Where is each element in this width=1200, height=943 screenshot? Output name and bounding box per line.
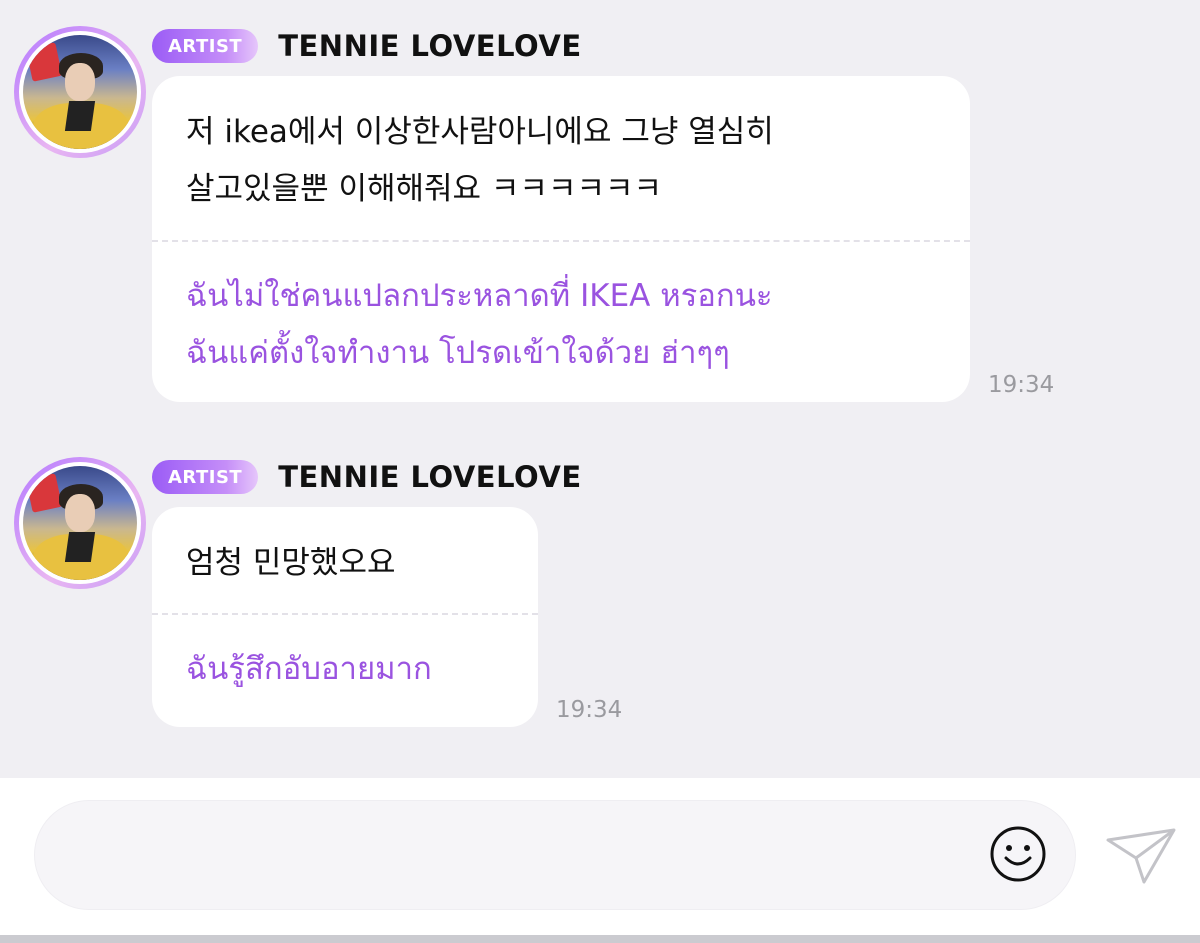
translated-text: ฉันรู้สึกอับอายมาก bbox=[152, 615, 538, 722]
chat-area: ARTIST TENNIE LOVELOVE 저 ikea에서 이상한사람아니에… bbox=[0, 0, 1200, 778]
translated-line: ฉันไม่ใช่คนแปลกประหลาดที่ IKEA หรอกนะ bbox=[186, 278, 773, 314]
original-text: 엄청 민망했오요 bbox=[152, 507, 538, 613]
avatar[interactable] bbox=[14, 457, 146, 589]
sender-name[interactable]: TENNIE LOVELOVE bbox=[278, 460, 581, 494]
artist-badge: ARTIST bbox=[152, 460, 259, 494]
artist-badge: ARTIST bbox=[152, 29, 259, 63]
message-item: ARTIST TENNIE LOVELOVE 엄청 민망했오요 ฉันรู้สึ… bbox=[0, 457, 1200, 737]
translated-line: ฉันรู้สึกอับอายมาก bbox=[186, 651, 432, 687]
original-line: 살고있을뿐 이해해줘요 ㅋㅋㅋㅋㅋㅋ bbox=[186, 171, 663, 207]
bottom-edge bbox=[0, 935, 1200, 943]
translated-text: ฉันไม่ใช่คนแปลกประหลาดที่ IKEA หรอกนะ ฉั… bbox=[152, 242, 970, 406]
message-time: 19:34 bbox=[988, 372, 1055, 398]
avatar-photo bbox=[23, 466, 137, 580]
paper-plane-icon[interactable] bbox=[1104, 826, 1178, 886]
original-text: 저 ikea에서 이상한사람아니에요 그냥 열심히 살고있을뿐 이해해줘요 ㅋㅋ… bbox=[152, 76, 970, 240]
translated-line: ฉันแค่ตั้งใจทำงาน โปรดเข้าใจด้วย ฮ่าๆๆ bbox=[186, 335, 730, 371]
sender-row: ARTIST TENNIE LOVELOVE bbox=[152, 28, 582, 64]
message-input[interactable] bbox=[34, 800, 1076, 910]
original-line: 저 ikea에서 이상한사람아니에요 그냥 열심히 bbox=[186, 114, 774, 150]
sender-name[interactable]: TENNIE LOVELOVE bbox=[278, 29, 581, 63]
message-composer bbox=[0, 778, 1200, 943]
smiley-face-icon[interactable] bbox=[988, 824, 1048, 884]
original-line: 엄청 민망했오요 bbox=[186, 545, 396, 581]
message-bubble[interactable]: 저 ikea에서 이상한사람아니에요 그냥 열심히 살고있을뿐 이해해줘요 ㅋㅋ… bbox=[152, 76, 970, 402]
avatar[interactable] bbox=[14, 26, 146, 158]
avatar-photo bbox=[23, 35, 137, 149]
sender-row: ARTIST TENNIE LOVELOVE bbox=[152, 459, 582, 495]
message-time: 19:34 bbox=[556, 697, 623, 723]
message-bubble[interactable]: 엄청 민망했오요 ฉันรู้สึกอับอายมาก bbox=[152, 507, 538, 727]
message-item: ARTIST TENNIE LOVELOVE 저 ikea에서 이상한사람아니에… bbox=[0, 26, 1200, 406]
